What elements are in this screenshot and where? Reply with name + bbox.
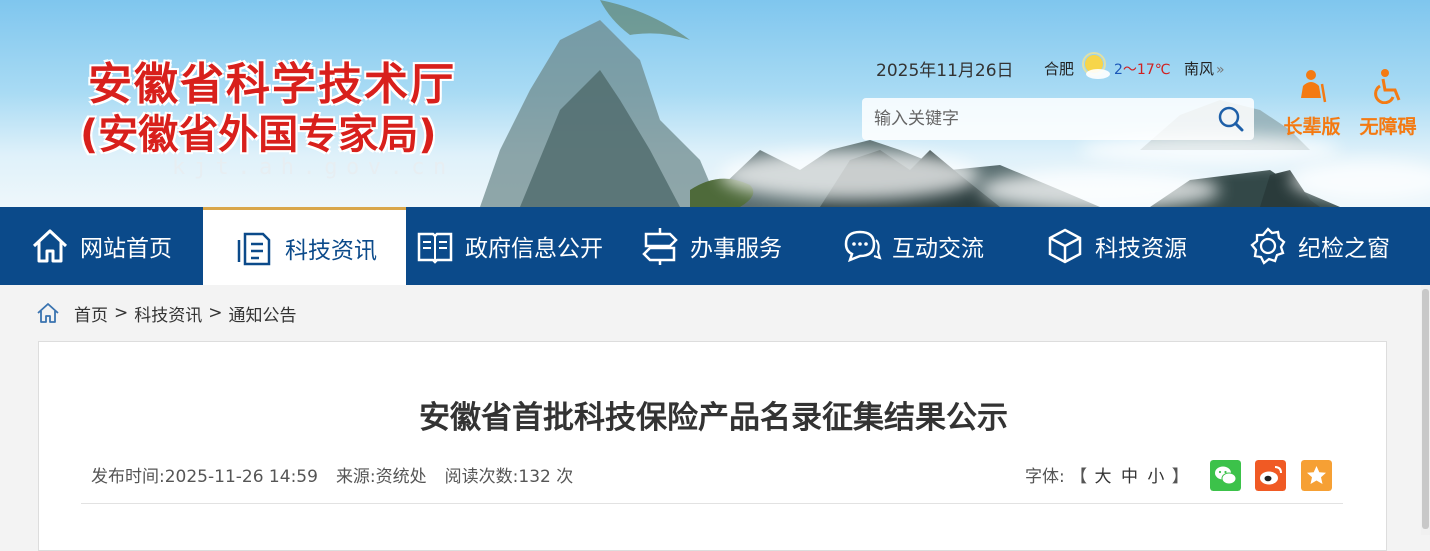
- page-scrollbar[interactable]: [1421, 285, 1430, 535]
- publish-time: 2025-11-26 14:59: [164, 467, 318, 487]
- source-label: 来源:: [335, 467, 376, 487]
- breadcrumb-separator: >: [114, 303, 129, 323]
- read-count-unit: 次: [556, 467, 574, 487]
- font-size-selector: 字体: 【 大 中 小 】: [1025, 462, 1189, 487]
- nav-item-tech-news[interactable]: 科技资讯: [203, 207, 406, 285]
- elder-version-button[interactable]: 长辈版: [1280, 68, 1344, 139]
- search-box: [862, 98, 1254, 140]
- search-input[interactable]: [862, 98, 1212, 140]
- weather-temperature: 2～17℃: [1114, 62, 1171, 78]
- breadcrumb: 首页 > 科技资讯 > 通知公告: [36, 300, 297, 326]
- nav-item-discipline[interactable]: 纪检之窗: [1248, 207, 1408, 285]
- font-large-button[interactable]: 大: [1095, 467, 1112, 487]
- current-date: 2025年11月26日: [876, 61, 1014, 81]
- breadcrumb-tech-news[interactable]: 科技资讯: [134, 301, 202, 326]
- article-divider: [81, 503, 1343, 504]
- main-nav: 网站首页 科技资讯 政府信息公开 办事服务 互动交流 科技资源 纪检之窗: [0, 207, 1430, 285]
- font-medium-button[interactable]: 中: [1121, 467, 1138, 487]
- accessibility-button[interactable]: 无障碍: [1356, 68, 1420, 139]
- article-meta: 发布时间:2025-11-26 14:59 来源:资统处 阅读次数:132 次: [91, 462, 573, 487]
- book-icon: [417, 232, 453, 264]
- site-subtitle: (安徽省外国专家局): [80, 112, 437, 158]
- font-bracket-close: 】: [1171, 467, 1189, 487]
- scrollbar-thumb[interactable]: [1422, 289, 1429, 529]
- publish-time-label: 发布时间:: [91, 467, 165, 487]
- wechat-share-icon[interactable]: [1210, 460, 1241, 491]
- read-count-label: 阅读次数:: [444, 467, 519, 487]
- sun-cloud-icon: [1082, 52, 1110, 79]
- read-count: 132: [518, 467, 551, 487]
- site-header: 安徽省科学技术厅 (安徽省外国专家局) kjt.ah.gov.cn 2025年1…: [0, 0, 1430, 207]
- chat-icon: [844, 230, 882, 263]
- weibo-share-icon[interactable]: [1255, 460, 1286, 491]
- accessibility-label: 无障碍: [1359, 116, 1417, 138]
- article-card: 安徽省首批科技保险产品名录征集结果公示 发布时间:2025-11-26 14:5…: [38, 341, 1387, 551]
- site-domain: kjt.ah.gov.cn: [172, 155, 455, 180]
- cube-icon: [1048, 228, 1082, 264]
- nav-item-home[interactable]: 网站首页: [30, 207, 200, 285]
- breadcrumb-separator: >: [208, 303, 223, 323]
- font-small-button[interactable]: 小: [1147, 467, 1164, 487]
- breadcrumb-notices[interactable]: 通知公告: [229, 301, 297, 326]
- font-size-label: 字体:: [1025, 467, 1065, 487]
- home-icon: [32, 229, 68, 263]
- home-icon: [37, 303, 59, 323]
- breadcrumb-home[interactable]: 首页: [74, 301, 108, 326]
- elder-icon: [1301, 70, 1327, 103]
- signpost-icon: [642, 228, 678, 265]
- favorite-star-icon[interactable]: [1301, 460, 1332, 491]
- article-title: 安徽省首批科技保险产品名录征集结果公示: [419, 400, 1008, 436]
- weather-wind[interactable]: 南风»: [1184, 58, 1225, 79]
- font-bracket-open: 【: [1070, 467, 1088, 487]
- nav-item-services[interactable]: 办事服务: [640, 207, 800, 285]
- source: 资统处: [375, 467, 427, 487]
- nav-item-interaction[interactable]: 互动交流: [842, 207, 1002, 285]
- nav-item-gov-info[interactable]: 政府信息公开: [415, 207, 615, 285]
- nav-item-tech-resources[interactable]: 科技资源: [1045, 207, 1205, 285]
- document-icon: [237, 232, 271, 265]
- search-icon[interactable]: [1214, 102, 1248, 136]
- weather-city: 合肥: [1044, 60, 1075, 78]
- gear-badge-icon: [1250, 227, 1286, 265]
- elder-version-label: 长辈版: [1283, 116, 1341, 138]
- wheelchair-icon: [1374, 69, 1401, 105]
- more-weather-arrow[interactable]: »: [1216, 62, 1225, 78]
